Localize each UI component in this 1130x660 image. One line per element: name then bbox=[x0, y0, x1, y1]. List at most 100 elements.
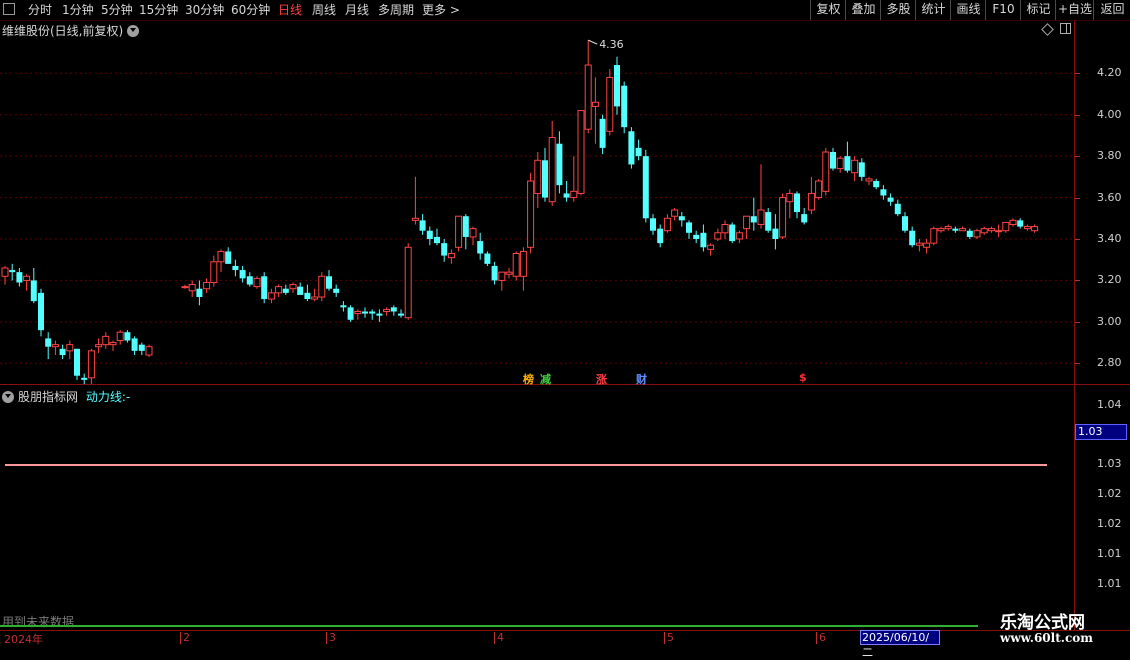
candle bbox=[1002, 221, 1010, 233]
draw-line-button[interactable]: 画线 bbox=[950, 0, 986, 20]
candle-body bbox=[570, 190, 578, 199]
candle-body bbox=[398, 313, 404, 316]
price-axis-label: 3.40 bbox=[1097, 232, 1122, 245]
dollar-badge[interactable]: $ bbox=[798, 371, 808, 384]
candle bbox=[145, 344, 153, 358]
candle-body bbox=[512, 253, 520, 277]
candle bbox=[81, 373, 88, 384]
period-1min-button[interactable]: 1分钟 bbox=[62, 2, 94, 18]
candle bbox=[599, 114, 606, 155]
candle bbox=[434, 228, 440, 246]
candle-body bbox=[116, 331, 124, 342]
back-button[interactable]: 返回 bbox=[1093, 0, 1130, 20]
candle-body bbox=[1017, 220, 1024, 227]
candle-body bbox=[362, 311, 368, 314]
overlay-button[interactable]: 叠加 bbox=[845, 0, 881, 20]
candle bbox=[966, 228, 973, 239]
candle bbox=[584, 40, 592, 134]
candle bbox=[491, 261, 498, 285]
candle-body bbox=[930, 228, 938, 244]
add-watchlist-button[interactable]: +自选 bbox=[1055, 0, 1094, 20]
candle bbox=[678, 212, 685, 227]
candle-body bbox=[261, 276, 268, 300]
candle-body bbox=[548, 137, 556, 203]
candle bbox=[45, 332, 52, 360]
period-monthly-button[interactable]: 月线 bbox=[345, 2, 369, 18]
window-menu-icon[interactable] bbox=[3, 3, 15, 15]
candle bbox=[1017, 218, 1024, 229]
date-tick bbox=[494, 632, 495, 644]
candle-body bbox=[584, 64, 592, 130]
ind-axis-label: 1.02 bbox=[1097, 487, 1122, 500]
candle bbox=[498, 271, 506, 291]
current-value-box: 1.03 bbox=[1075, 424, 1127, 440]
candle bbox=[591, 77, 599, 144]
candle-body bbox=[923, 242, 931, 248]
candle bbox=[987, 226, 995, 233]
candle bbox=[542, 147, 548, 202]
selected-date-text: 2025/06/10/二 bbox=[862, 631, 930, 659]
statistics-button[interactable]: 统计 bbox=[915, 0, 951, 20]
period-15min-button[interactable]: 15分钟 bbox=[139, 2, 178, 18]
candle bbox=[707, 243, 715, 256]
diamond-icon[interactable] bbox=[1041, 23, 1054, 36]
candle bbox=[426, 226, 433, 246]
period-fenshi-button[interactable]: 分时 bbox=[28, 2, 52, 18]
candle bbox=[253, 276, 261, 289]
candle-body bbox=[326, 276, 332, 289]
candle bbox=[102, 332, 110, 349]
candle bbox=[469, 226, 477, 246]
candle-body bbox=[66, 344, 74, 352]
candle bbox=[952, 226, 959, 233]
date-label-feb: 2 bbox=[183, 631, 190, 644]
candle bbox=[657, 224, 664, 248]
candle-body bbox=[591, 101, 599, 107]
candle bbox=[347, 305, 354, 322]
candle-body bbox=[282, 288, 289, 293]
candle bbox=[563, 181, 570, 202]
period-multi-button[interactable]: 多周期 bbox=[378, 2, 414, 18]
candle-body bbox=[131, 338, 138, 351]
candle bbox=[455, 215, 463, 252]
candle bbox=[203, 278, 211, 293]
candle-body bbox=[1031, 226, 1039, 232]
multi-stock-button[interactable]: 多股 bbox=[880, 0, 916, 20]
period-5min-button[interactable]: 5分钟 bbox=[101, 2, 133, 18]
candle bbox=[527, 172, 535, 254]
price-axis-label: 3.00 bbox=[1097, 314, 1122, 328]
candle bbox=[923, 239, 931, 254]
candle-body bbox=[333, 288, 340, 293]
watermark-url: www.60lt.com bbox=[1000, 631, 1093, 645]
candle bbox=[505, 268, 513, 279]
price-axis-tick bbox=[1075, 114, 1080, 116]
period-weekly-button[interactable]: 周线 bbox=[312, 2, 336, 18]
future-data-notice: 用到未来数据 bbox=[2, 615, 75, 629]
fuquan-button[interactable]: 复权 bbox=[810, 0, 846, 20]
panel-toggle-icon[interactable] bbox=[1060, 23, 1071, 34]
current-value-text: 1.03 bbox=[1078, 425, 1103, 438]
price-axis-tick bbox=[1075, 197, 1080, 199]
candle bbox=[131, 336, 138, 355]
candle bbox=[59, 344, 66, 360]
candle bbox=[815, 178, 823, 200]
candle bbox=[369, 309, 376, 320]
candle bbox=[210, 255, 218, 287]
candle bbox=[311, 288, 319, 302]
candle bbox=[362, 307, 368, 318]
period-60min-button[interactable]: 60分钟 bbox=[231, 2, 270, 18]
mark-button[interactable]: 标记 bbox=[1020, 0, 1056, 20]
f10-button[interactable]: F10 bbox=[985, 0, 1021, 20]
candle bbox=[693, 230, 700, 244]
candle-body bbox=[505, 271, 513, 275]
period-daily-button[interactable]: 日线 bbox=[278, 2, 302, 18]
period-30min-button[interactable]: 30分钟 bbox=[185, 2, 224, 18]
candle bbox=[606, 69, 614, 136]
period-more-button[interactable]: 更多 > bbox=[422, 2, 460, 18]
candle-body bbox=[232, 265, 239, 271]
candle-body bbox=[527, 180, 535, 248]
candle-body bbox=[225, 251, 232, 264]
candle bbox=[512, 251, 520, 281]
candle bbox=[865, 176, 873, 186]
candle-body bbox=[858, 162, 865, 177]
candle-body bbox=[455, 215, 463, 248]
